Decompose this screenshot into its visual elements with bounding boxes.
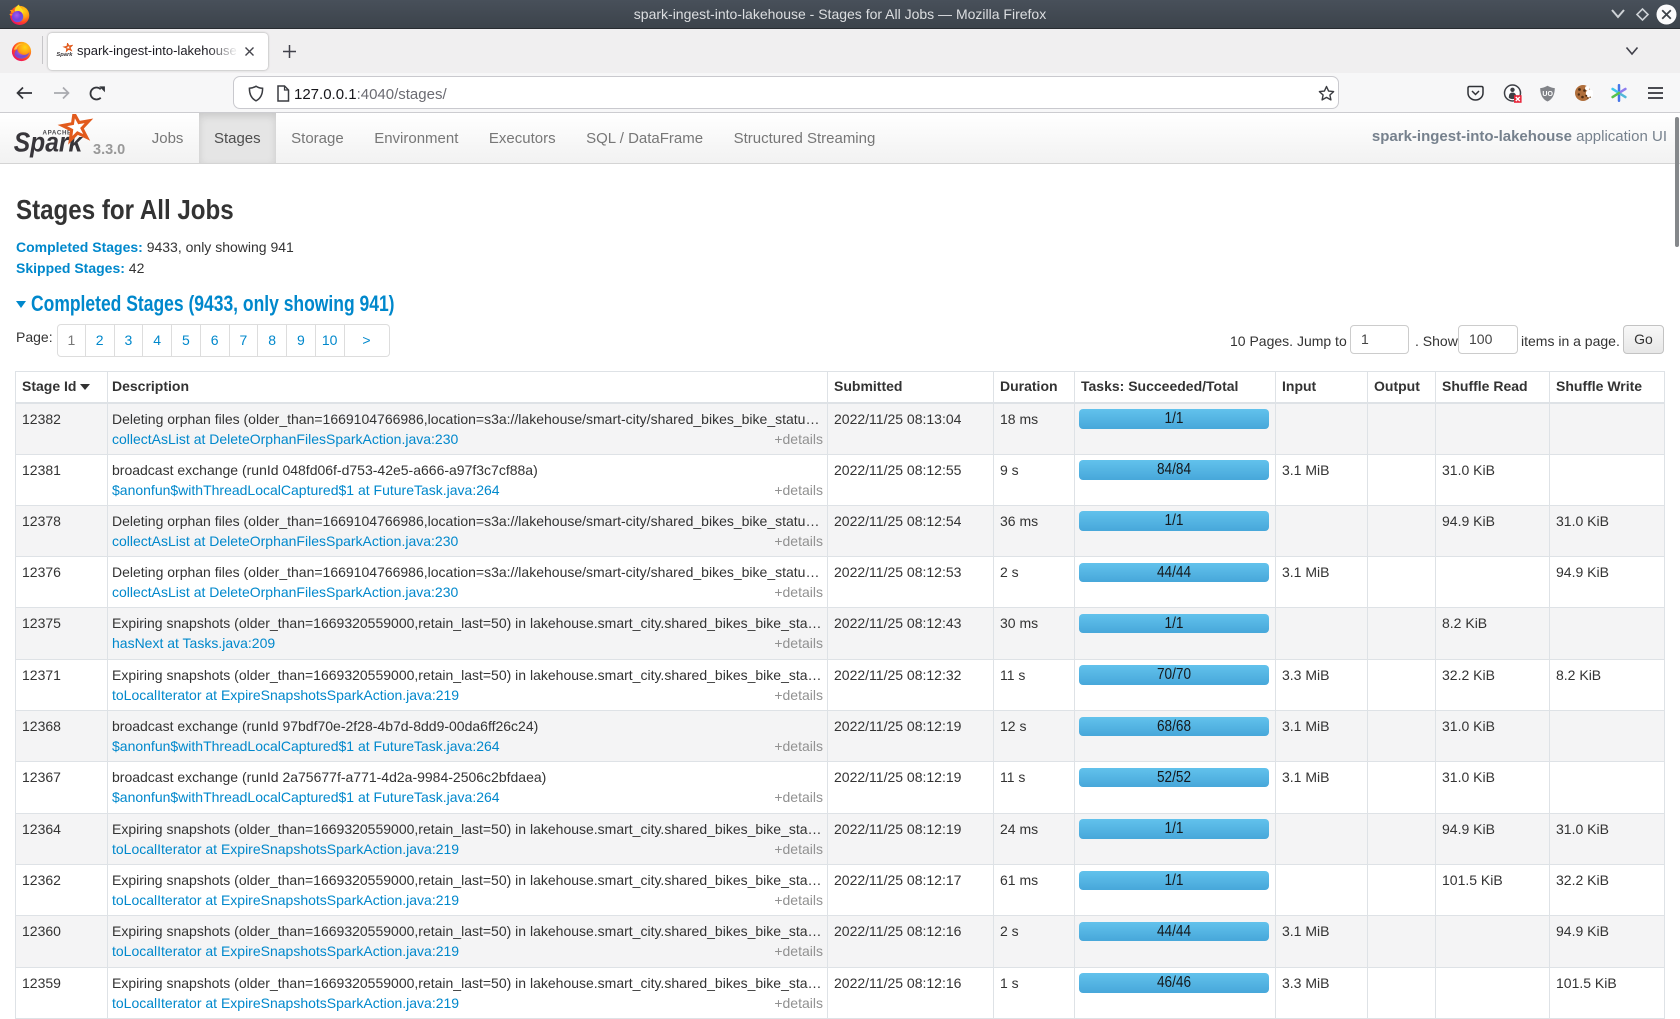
svg-text:Spark: Spark xyxy=(56,52,73,58)
svg-text:UO: UO xyxy=(1542,91,1553,98)
